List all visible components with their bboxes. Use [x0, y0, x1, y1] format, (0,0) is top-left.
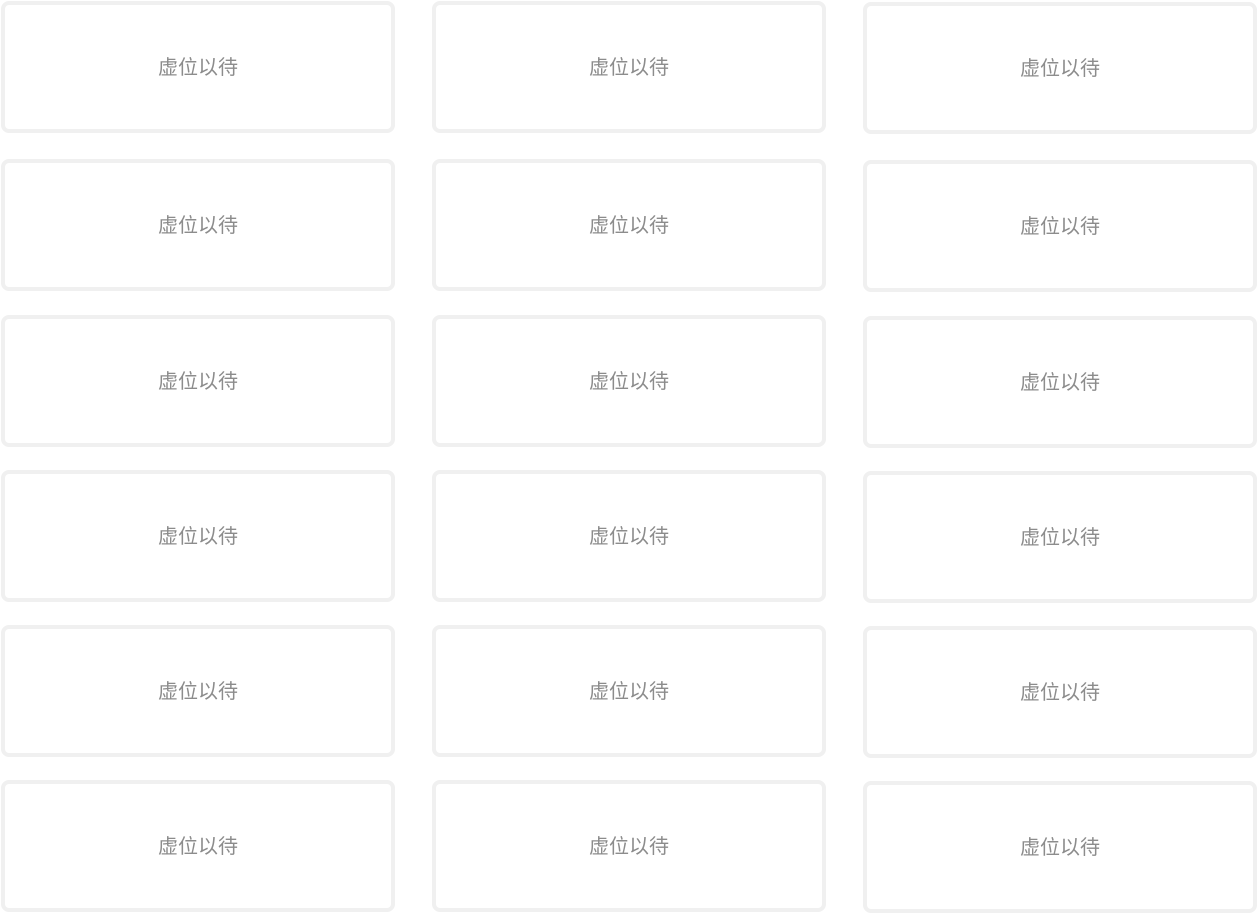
- placeholder-slot[interactable]: 虚位以待: [1, 159, 395, 291]
- placeholder-slot[interactable]: 虚位以待: [432, 470, 826, 602]
- placeholder-slot-label: 虚位以待: [158, 369, 238, 393]
- placeholder-slot[interactable]: 虚位以待: [863, 781, 1257, 913]
- placeholder-slot[interactable]: 虚位以待: [863, 626, 1257, 758]
- placeholder-slot-label: 虚位以待: [589, 213, 669, 237]
- placeholder-slot-label: 虚位以待: [158, 834, 238, 858]
- placeholder-slot-label: 虚位以待: [158, 55, 238, 79]
- placeholder-slot-label: 虚位以待: [158, 213, 238, 237]
- placeholder-slot[interactable]: 虚位以待: [432, 315, 826, 447]
- placeholder-slot-label: 虚位以待: [158, 524, 238, 548]
- placeholder-slot[interactable]: 虚位以待: [432, 780, 826, 912]
- placeholder-slot[interactable]: 虚位以待: [432, 1, 826, 133]
- placeholder-slot[interactable]: 虚位以待: [863, 2, 1257, 134]
- placeholder-slot[interactable]: 虚位以待: [1, 780, 395, 912]
- placeholder-slot-label: 虚位以待: [589, 524, 669, 548]
- placeholder-slot[interactable]: 虚位以待: [1, 470, 395, 602]
- placeholder-slot-label: 虚位以待: [589, 834, 669, 858]
- placeholder-slot-label: 虚位以待: [1020, 835, 1100, 859]
- placeholder-slot[interactable]: 虚位以待: [863, 160, 1257, 292]
- placeholder-slot[interactable]: 虚位以待: [432, 625, 826, 757]
- placeholder-slot-label: 虚位以待: [1020, 214, 1100, 238]
- placeholder-slot[interactable]: 虚位以待: [1, 315, 395, 447]
- placeholder-slot-label: 虚位以待: [158, 679, 238, 703]
- placeholder-slot[interactable]: 虚位以待: [863, 316, 1257, 448]
- placeholder-slot-label: 虚位以待: [1020, 680, 1100, 704]
- placeholder-slot-label: 虚位以待: [1020, 56, 1100, 80]
- placeholder-slot[interactable]: 虚位以待: [1, 625, 395, 757]
- placeholder-slot-label: 虚位以待: [1020, 525, 1100, 549]
- placeholder-slot-label: 虚位以待: [589, 55, 669, 79]
- placeholder-slot-label: 虚位以待: [1020, 370, 1100, 394]
- placeholder-slot-label: 虚位以待: [589, 369, 669, 393]
- placeholder-slot[interactable]: 虚位以待: [432, 159, 826, 291]
- placeholder-slot-label: 虚位以待: [589, 679, 669, 703]
- placeholder-slot[interactable]: 虚位以待: [863, 471, 1257, 603]
- placeholder-slot[interactable]: 虚位以待: [1, 1, 395, 133]
- placeholder-slot-grid: 虚位以待 虚位以待 虚位以待 虚位以待 虚位以待 虚位以待 虚位以待 虚位以待 …: [0, 0, 1259, 915]
